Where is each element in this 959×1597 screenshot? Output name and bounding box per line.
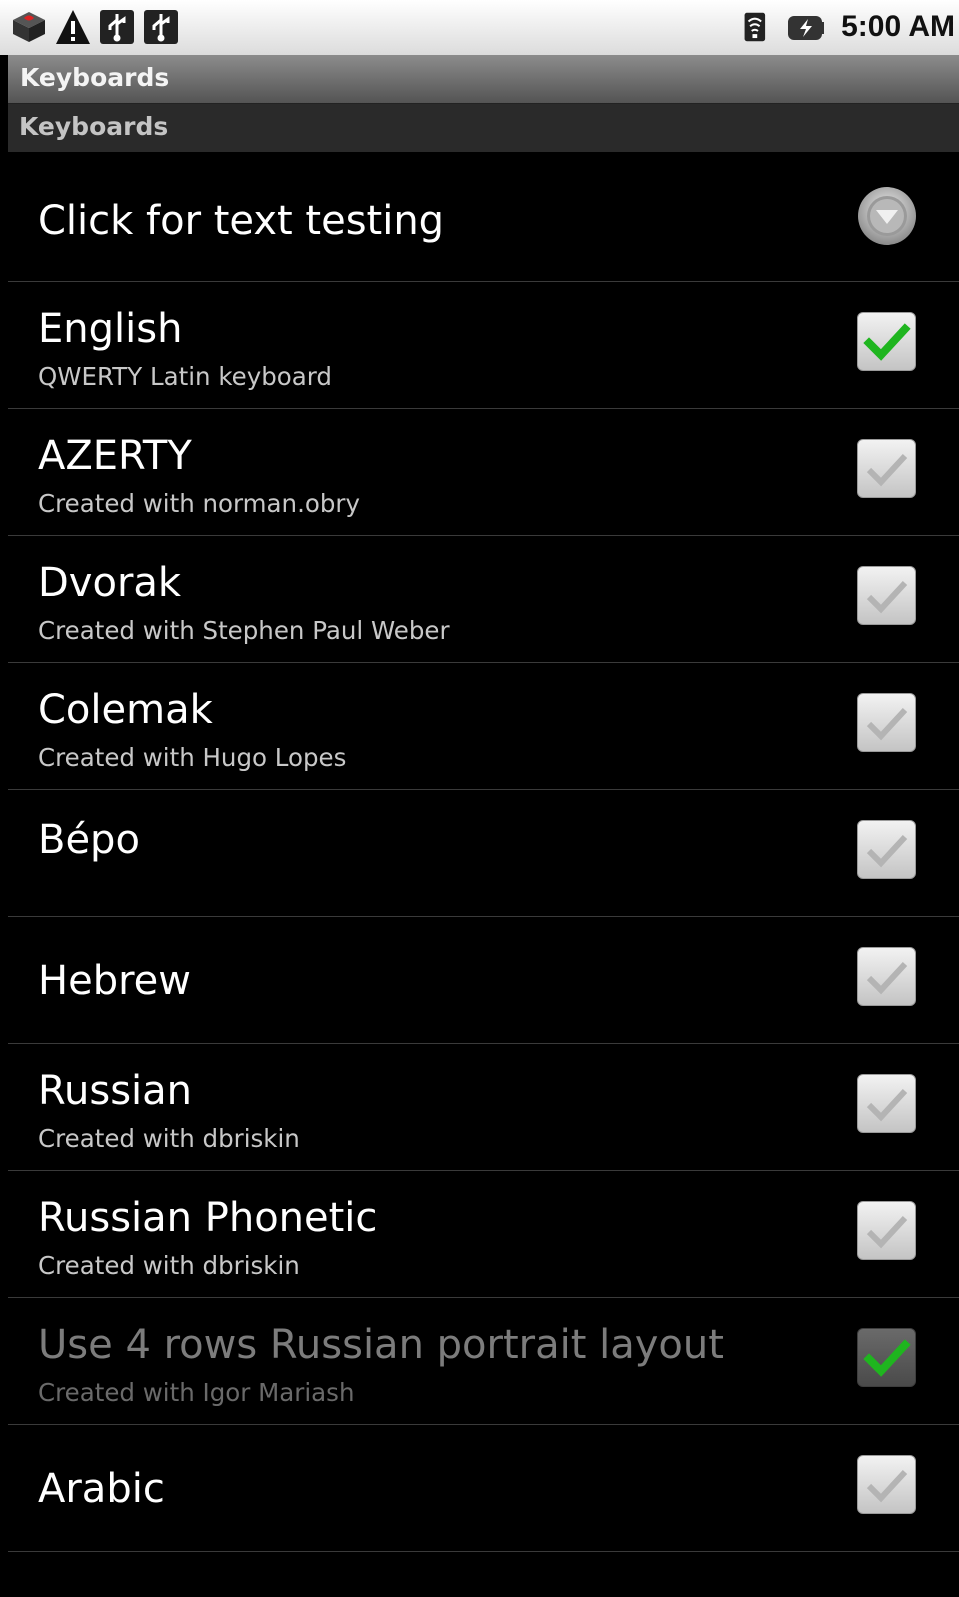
checkbox-unchecked[interactable] xyxy=(857,1074,916,1133)
page-title: Keyboards xyxy=(20,63,170,92)
battery-icon xyxy=(788,16,825,40)
list-item-summary: Created with dbriskin xyxy=(38,1251,300,1280)
usb-icon xyxy=(144,10,178,44)
checkmark-icon xyxy=(866,961,908,995)
keyboard-item-bepo[interactable]: Bépo xyxy=(8,790,959,917)
keyboard-item-arabic[interactable]: Arabic xyxy=(8,1425,959,1552)
list-item-summary: Created with Stephen Paul Weber xyxy=(38,616,450,645)
keyboard-item-russian-phonetic[interactable]: Russian Phonetic Created with dbriskin xyxy=(8,1171,959,1298)
checkmark-icon xyxy=(866,453,908,487)
list-item-title: Arabic xyxy=(38,1466,165,1512)
list-item-title: English xyxy=(38,306,183,352)
list-item-title: Russian xyxy=(38,1068,193,1114)
russian-portrait-layout-item[interactable]: Use 4 rows Russian portrait layout Creat… xyxy=(8,1298,959,1425)
list-item-title: Colemak xyxy=(38,687,213,733)
list-item-summary: Created with norman.obry xyxy=(38,489,360,518)
checkmark-icon xyxy=(863,323,911,361)
category-header: Keyboards xyxy=(8,104,959,152)
keyboard-item-english[interactable]: English QWERTY Latin keyboard xyxy=(8,282,959,409)
checkbox-unchecked[interactable] xyxy=(857,1201,916,1260)
checkbox-unchecked[interactable] xyxy=(857,820,916,879)
list-item-title: Russian Phonetic xyxy=(38,1195,378,1241)
title-bar: Keyboards xyxy=(8,55,959,104)
checkbox-unchecked[interactable] xyxy=(857,566,916,625)
wifi-icon xyxy=(744,12,766,42)
checkmark-icon xyxy=(866,1088,908,1122)
list-item-title: Dvorak xyxy=(38,560,182,606)
checkmark-icon xyxy=(866,834,908,868)
system-icons: 5:00 AM xyxy=(743,6,955,48)
category-label: Keyboards xyxy=(19,112,169,141)
checkmark-icon xyxy=(866,580,908,614)
clock: 5:00 AM xyxy=(841,10,955,43)
status-bar: 5:00 AM xyxy=(0,0,959,55)
checkbox-unchecked[interactable] xyxy=(857,947,916,1006)
list-item-title: Click for text testing xyxy=(38,198,445,244)
list-item-summary: Created with Igor Mariash xyxy=(38,1378,355,1407)
checkbox-checked-disabled[interactable] xyxy=(857,1328,916,1387)
keyboard-item-azerty[interactable]: AZERTY Created with norman.obry xyxy=(8,409,959,536)
list-item-summary: QWERTY Latin keyboard xyxy=(38,362,332,391)
dropdown-icon[interactable] xyxy=(857,186,917,246)
list-item-title: AZERTY xyxy=(38,433,192,479)
checkbox-unchecked[interactable] xyxy=(857,693,916,752)
list-item-title: Use 4 rows Russian portrait layout xyxy=(38,1322,724,1368)
warning-icon xyxy=(56,10,90,44)
keyboard-item-dvorak[interactable]: Dvorak Created with Stephen Paul Weber xyxy=(8,536,959,663)
checkmark-icon xyxy=(866,1215,908,1249)
checkmark-icon xyxy=(866,1469,908,1503)
checkbox-unchecked[interactable] xyxy=(857,439,916,498)
list-item-title: Hebrew xyxy=(38,958,191,1004)
list-item-title: Bépo xyxy=(38,817,140,863)
android-alert-icon xyxy=(13,12,45,42)
keyboard-item-russian[interactable]: Russian Created with dbriskin xyxy=(8,1044,959,1171)
text-testing-item[interactable]: Click for text testing xyxy=(8,153,959,282)
checkbox-checked[interactable] xyxy=(857,312,916,371)
keyboard-item-hebrew[interactable]: Hebrew xyxy=(8,917,959,1044)
notification-icons xyxy=(10,6,180,48)
list-item-summary: Created with Hugo Lopes xyxy=(38,743,347,772)
checkmark-icon xyxy=(866,707,908,741)
keyboard-item-colemak[interactable]: Colemak Created with Hugo Lopes xyxy=(8,663,959,790)
usb-icon xyxy=(100,10,134,44)
checkbox-unchecked[interactable] xyxy=(857,1455,916,1514)
checkmark-icon xyxy=(863,1339,911,1377)
keyboard-list: Click for text testing English QWERTY La… xyxy=(8,153,959,1552)
list-item-summary: Created with dbriskin xyxy=(38,1124,300,1153)
